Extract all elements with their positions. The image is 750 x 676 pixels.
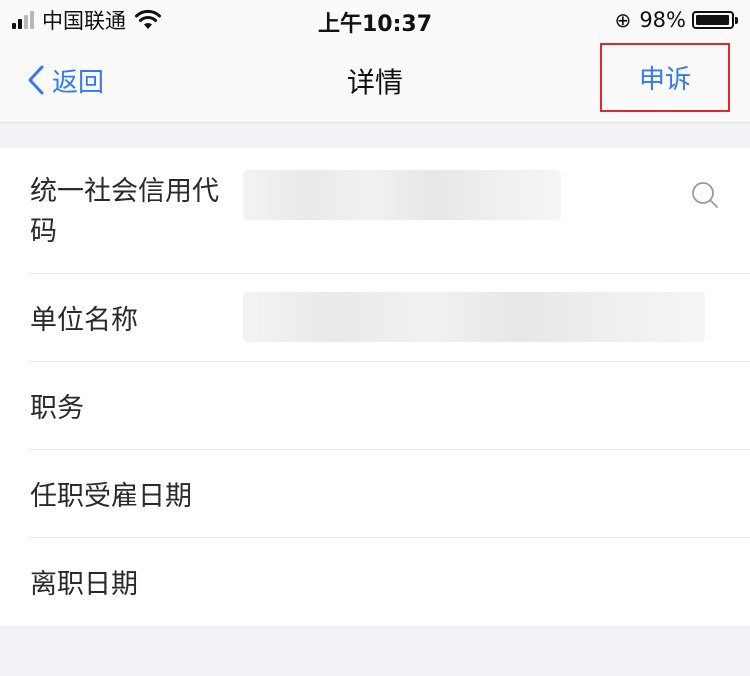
navigation-bar: 返回 详情 申诉 (0, 40, 750, 123)
row-label: 单位名称 (30, 305, 138, 336)
list-item-position: 职务 (0, 362, 750, 450)
row-label: 任职受雇日期 (30, 481, 192, 512)
status-bar: 中国联通 上午10:37 ⊕ 98% (0, 0, 750, 40)
appeal-label: 申诉 (638, 65, 691, 95)
list-item-credit-code: 统一社会信用代码 (0, 148, 750, 274)
battery-icon (692, 11, 734, 29)
search-icon[interactable] (690, 180, 720, 210)
row-label: 离职日期 (30, 569, 138, 600)
list-item-leave-date: 离职日期 (0, 538, 750, 626)
row-label: 职务 (30, 393, 84, 424)
status-bar-right: ⊕ 98% (615, 6, 738, 34)
redacted-value (243, 170, 561, 220)
battery-percent: 98% (639, 8, 686, 32)
appeal-button[interactable]: 申诉 (600, 43, 730, 112)
orientation-lock-icon: ⊕ (614, 8, 632, 32)
detail-list: 统一社会信用代码 单位名称 职务 任职受雇日期 离职日期 (0, 148, 750, 626)
row-label: 统一社会信用代码 (30, 176, 219, 247)
redacted-value (243, 292, 705, 342)
list-item-hire-date: 任职受雇日期 (0, 450, 750, 538)
battery-tip (735, 16, 738, 24)
list-item-company-name: 单位名称 (0, 274, 750, 362)
